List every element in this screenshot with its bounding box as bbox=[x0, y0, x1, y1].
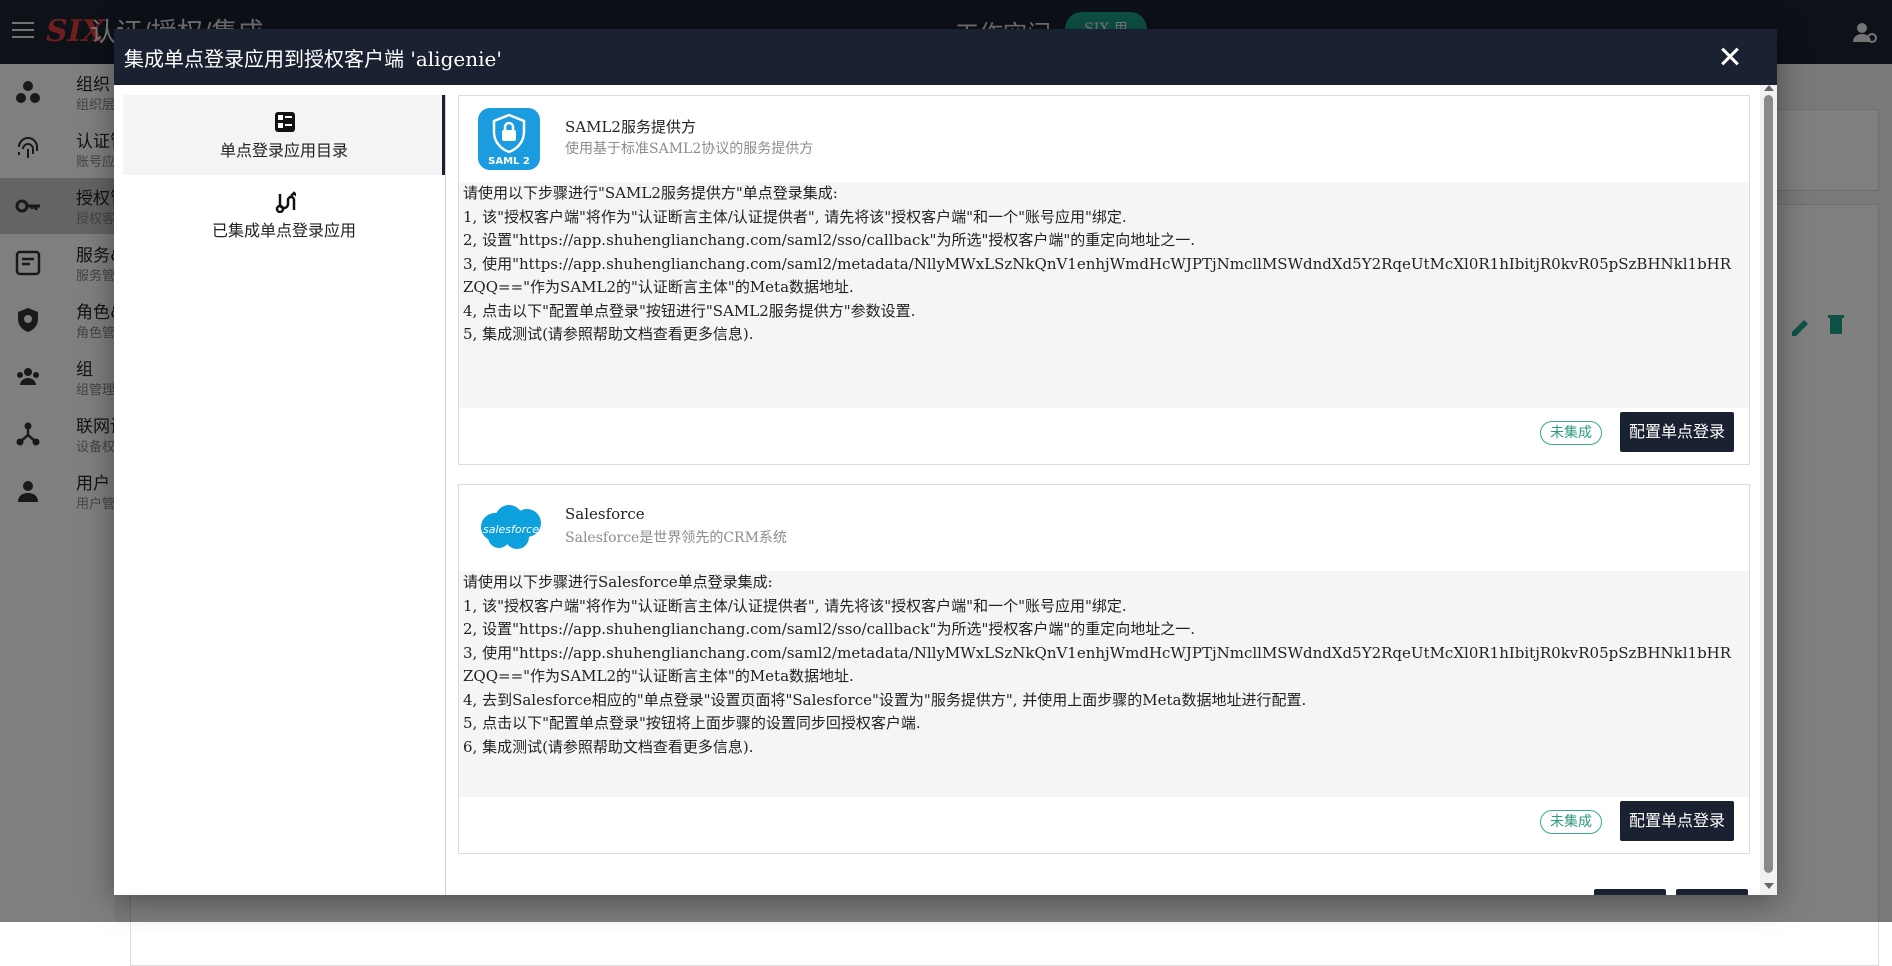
tab-label: 已集成单点登录应用 bbox=[211, 221, 356, 240]
instruction-line: 3, 使用"https://app.shuhenglianchang.com/s… bbox=[463, 254, 1732, 297]
instruction-line: 6, 集成测试(请参照帮助文档查看更多信息). bbox=[463, 737, 754, 756]
integrated-icon bbox=[275, 191, 296, 213]
scroll-down-arrow-icon[interactable] bbox=[1764, 883, 1774, 889]
card-header: SAML 2 SAML2服务提供方 使用基于标准SAML2协议的服务提供方 bbox=[459, 96, 1749, 182]
instruction-line: 3, 使用"https://app.shuhenglianchang.com/s… bbox=[463, 643, 1732, 686]
instruction-line: 5, 集成测试(请参照帮助文档查看更多信息). bbox=[463, 325, 754, 343]
instruction-line: 1, 该"授权客户端"将作为"认证断言主体/认证提供者", 请先将该"授权客户端… bbox=[463, 207, 1127, 226]
tab-integrated-sso[interactable]: 已集成单点登录应用 bbox=[123, 175, 445, 255]
app-name: Salesforce bbox=[565, 505, 645, 523]
saml2-logo-icon: SAML 2 bbox=[478, 108, 540, 170]
instruction-line: 4, 去到Salesforce相应的"单点登录"设置页面将"Salesforce… bbox=[463, 690, 1307, 709]
nav-divider bbox=[445, 95, 446, 895]
tab-sso-catalog[interactable]: 单点登录应用目录 bbox=[123, 95, 445, 175]
partial-button[interactable] bbox=[1594, 889, 1666, 895]
saml2-logo-text: SAML 2 bbox=[488, 156, 530, 167]
configure-sso-button[interactable]: 配置单点登录 bbox=[1620, 412, 1734, 452]
partial-button[interactable] bbox=[1676, 889, 1748, 895]
instruction-line: 4, 点击以下"配置单点登录"按钮进行"SAML2服务提供方"参数设置. bbox=[463, 301, 916, 320]
close-icon[interactable] bbox=[1716, 43, 1744, 71]
instructions-panel: 请使用以下步骤进行Salesforce单点登录集成: 1, 该"授权客户端"将作… bbox=[459, 571, 1749, 797]
salesforce-logo-text: salesforce bbox=[483, 523, 539, 536]
dialog-nav: 单点登录应用目录 已集成单点登录应用 bbox=[123, 95, 445, 895]
card-header: salesforce Salesforce Salesforce是世界领先的CR… bbox=[459, 485, 1749, 571]
status-badge: 未集成 bbox=[1540, 421, 1602, 445]
app-description: Salesforce是世界领先的CRM系统 bbox=[565, 530, 787, 546]
status-badge: 未集成 bbox=[1540, 810, 1602, 834]
instruction-line: 2, 设置"https://app.shuhenglianchang.com/s… bbox=[463, 231, 1196, 249]
app-card-salesforce: salesforce Salesforce Salesforce是世界领先的CR… bbox=[458, 484, 1750, 854]
instructions-panel: 请使用以下步骤进行"SAML2服务提供方"单点登录集成: 1, 该"授权客户端"… bbox=[459, 182, 1749, 408]
dialog-title: 集成单点登录应用到授权客户端 'aligenie' bbox=[124, 47, 502, 71]
dialog-header: 集成单点登录应用到授权客户端 'aligenie' bbox=[114, 29, 1777, 85]
instruction-line: 1, 该"授权客户端"将作为"认证断言主体/认证提供者", 请先将该"授权客户端… bbox=[463, 596, 1127, 615]
instruction-line: 2, 设置"https://app.shuhenglianchang.com/s… bbox=[463, 620, 1196, 638]
instruction-line: 请使用以下步骤进行Salesforce单点登录集成: bbox=[463, 573, 773, 591]
scroll-up-arrow-icon[interactable] bbox=[1764, 85, 1774, 91]
instruction-line: 请使用以下步骤进行"SAML2服务提供方"单点登录集成: bbox=[463, 184, 838, 202]
app-card-saml2: SAML 2 SAML2服务提供方 使用基于标准SAML2协议的服务提供方 请使… bbox=[458, 95, 1750, 465]
tab-label: 单点登录应用目录 bbox=[219, 141, 348, 160]
scroll-thumb[interactable] bbox=[1764, 95, 1773, 873]
instruction-line: 5, 点击以下"配置单点登录"按钮将上面步骤的设置同步回授权客户端. bbox=[463, 714, 921, 732]
dialog-scrollbar[interactable] bbox=[1760, 85, 1777, 895]
catalog-icon bbox=[275, 112, 295, 132]
salesforce-logo-icon: salesforce bbox=[481, 505, 541, 549]
app-name: SAML2服务提供方 bbox=[565, 118, 696, 136]
app-description: 使用基于标准SAML2协议的服务提供方 bbox=[565, 141, 814, 157]
configure-sso-button[interactable]: 配置单点登录 bbox=[1620, 801, 1734, 841]
sso-integration-dialog: 集成单点登录应用到授权客户端 'aligenie' 单点登录应用目录 已集成单点… bbox=[114, 29, 1777, 895]
